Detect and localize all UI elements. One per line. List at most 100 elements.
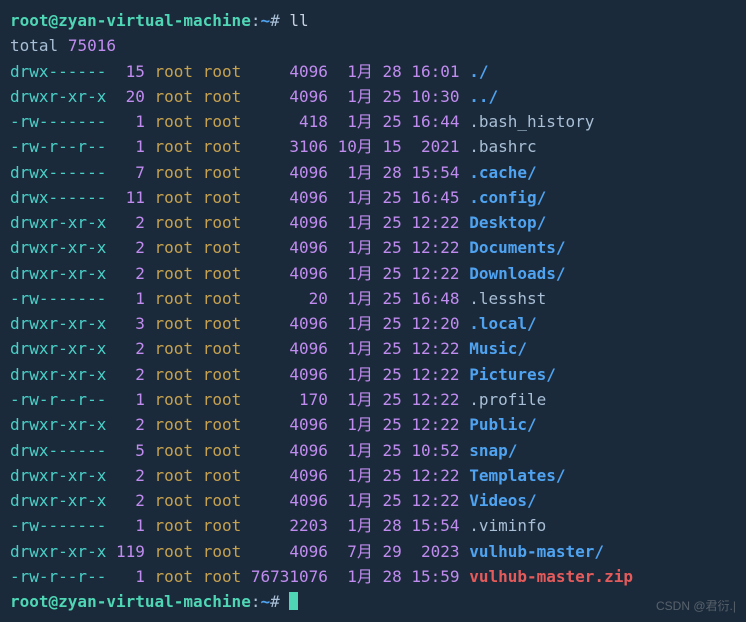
link-count: 11 [116,188,145,207]
file-name: Public/ [469,415,536,434]
prompt-hash: # [270,11,280,30]
group: root [203,339,242,358]
day: 25 [382,466,401,485]
owner: root [155,339,194,358]
time: 16:48 [411,289,459,308]
day: 25 [382,314,401,333]
day: 25 [382,188,401,207]
day: 25 [382,87,401,106]
owner: root [155,87,194,106]
file-name: Documents/ [469,238,565,257]
link-count: 2 [116,415,145,434]
permissions: drwxr-xr-x [10,415,106,434]
link-count: 2 [116,213,145,232]
month: 1月 [338,365,373,384]
time: 15:54 [411,163,459,182]
file-listing: drwx------ 15 root root 4096 1月 28 16:01… [10,59,736,590]
time: 12:22 [411,339,459,358]
day: 25 [382,491,401,510]
file-name: snap/ [469,441,517,460]
time: 15:54 [411,516,459,535]
group: root [203,238,242,257]
permissions: drwx------ [10,188,106,207]
permissions: drwx------ [10,163,106,182]
permissions: drwxr-xr-x [10,238,106,257]
list-item: -rw------- 1 root root 2203 1月 28 15:54 … [10,513,736,538]
file-name: .config/ [469,188,546,207]
time: 12:22 [411,213,459,232]
permissions: -rw-r--r-- [10,137,106,156]
size: 4096 [251,213,328,232]
group: root [203,289,242,308]
file-name: Downloads/ [469,264,565,283]
file-name: vulhub-master/ [469,542,604,561]
group: root [203,542,242,561]
time: 12:22 [411,365,459,384]
list-item: drwxr-xr-x 20 root root 4096 1月 25 10:30… [10,84,736,109]
group: root [203,188,242,207]
list-item: drwx------ 5 root root 4096 1月 25 10:52 … [10,438,736,463]
permissions: drwx------ [10,441,106,460]
day: 25 [382,415,401,434]
day: 28 [382,62,401,81]
day: 15 [382,137,401,156]
file-name: .lesshst [469,289,546,308]
group: root [203,567,242,586]
size: 4096 [251,415,328,434]
link-count: 2 [116,339,145,358]
permissions: drwxr-xr-x [10,264,106,283]
group: root [203,516,242,535]
total-value: 75016 [68,36,116,55]
owner: root [155,213,194,232]
day: 28 [382,163,401,182]
link-count: 2 [116,466,145,485]
link-count: 2 [116,264,145,283]
permissions: -rw-r--r-- [10,390,106,409]
link-count: 1 [116,567,145,586]
owner: root [155,289,194,308]
owner: root [155,415,194,434]
group: root [203,415,242,434]
size: 76731076 [251,567,328,586]
file-name: .bash_history [469,112,594,131]
list-item: drwx------ 7 root root 4096 1月 28 15:54 … [10,160,736,185]
owner: root [155,137,194,156]
link-count: 1 [116,516,145,535]
link-count: 1 [116,137,145,156]
command-text: ll [289,11,308,30]
day: 25 [382,289,401,308]
group: root [203,62,242,81]
link-count: 20 [116,87,145,106]
owner: root [155,238,194,257]
list-item: drwxr-xr-x 119 root root 4096 7月 29 2023… [10,539,736,564]
file-name: ./ [469,62,488,81]
link-count: 7 [116,163,145,182]
permissions: drwxr-xr-x [10,213,106,232]
time: 12:22 [411,466,459,485]
list-item: drwxr-xr-x 2 root root 4096 1月 25 12:22 … [10,235,736,260]
time: 10:52 [411,441,459,460]
terminal[interactable]: root@zyan-virtual-machine:~# ll total 75… [10,8,736,614]
group: root [203,264,242,283]
list-item: drwxr-xr-x 2 root root 4096 1月 25 12:22 … [10,488,736,513]
time: 16:01 [411,62,459,81]
group: root [203,466,242,485]
time: 12:22 [411,415,459,434]
permissions: -rw------- [10,516,106,535]
list-item: -rw------- 1 root root 418 1月 25 16:44 .… [10,109,736,134]
owner: root [155,62,194,81]
total-label: total [10,36,58,55]
list-item: -rw-r--r-- 1 root root 3106 10月 15 2021 … [10,134,736,159]
file-name: .viminfo [469,516,546,535]
link-count: 5 [116,441,145,460]
list-item: drwxr-xr-x 2 root root 4096 1月 25 12:22 … [10,362,736,387]
size: 4096 [251,441,328,460]
day: 25 [382,112,401,131]
size: 418 [251,112,328,131]
size: 4096 [251,87,328,106]
cursor[interactable] [289,592,298,610]
time: 12:22 [411,238,459,257]
group: root [203,112,242,131]
size: 4096 [251,314,328,333]
month: 1月 [338,112,373,131]
